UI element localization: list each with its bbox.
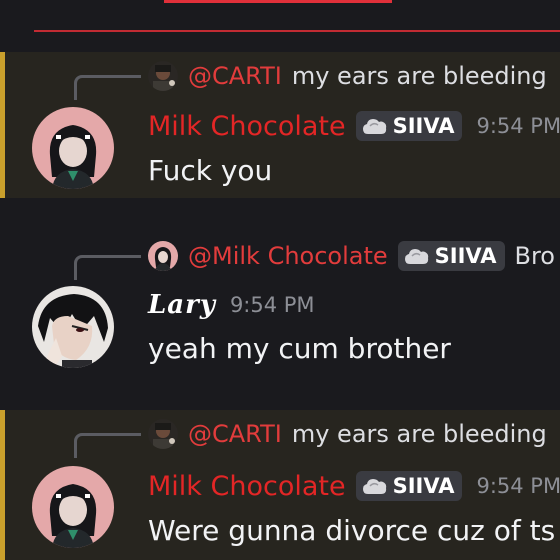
reply-avatar[interactable]	[148, 241, 178, 271]
cloud-icon	[404, 249, 428, 264]
timestamp[interactable]: 9:54 PM	[476, 114, 560, 138]
reply-preview[interactable]: @CARTI my ears are bleeding	[148, 60, 547, 92]
message-header: Milk Chocolate SIIVA 9:54 PM	[148, 108, 560, 144]
timestamp[interactable]: 9:54 PM	[476, 474, 560, 498]
message-header: Lary 9:54 PM	[148, 287, 315, 323]
server-tag-label: SIIVA	[392, 114, 455, 138]
reply-spine	[74, 255, 141, 280]
timestamp[interactable]: 9:54 PM	[230, 293, 315, 317]
avatar[interactable]	[32, 286, 114, 368]
avatar[interactable]	[32, 107, 114, 189]
reply-mention[interactable]: @CARTI	[188, 62, 282, 90]
reply-avatar[interactable]	[148, 61, 178, 91]
avatar[interactable]	[32, 466, 114, 548]
reply-avatar[interactable]	[148, 419, 178, 449]
reply-mention[interactable]: @Milk Chocolate	[188, 242, 388, 270]
new-messages-divider	[34, 30, 560, 32]
reply-text[interactable]: my ears are bleeding	[292, 62, 547, 90]
reply-spine	[74, 433, 141, 458]
cloud-icon	[362, 479, 386, 494]
reply-mention[interactable]: @CARTI	[188, 420, 282, 448]
message-content: yeah my cum brother	[148, 332, 451, 365]
author-name[interactable]: Lary	[148, 290, 216, 320]
server-tag[interactable]: SIIVA	[355, 471, 463, 501]
reply-spine	[74, 75, 141, 100]
server-tag[interactable]: SIIVA	[397, 241, 505, 271]
author-name[interactable]: Milk Chocolate	[148, 111, 346, 142]
server-tag-label: SIIVA	[392, 474, 455, 498]
message-item[interactable]: @CARTI my ears are bleeding Milk Chocola…	[0, 410, 560, 560]
message-content: Were gunna divorce cuz of ts	[148, 514, 556, 547]
message-item[interactable]: @Milk Chocolate SIIVA Bro Lary 9:54 PM y…	[0, 232, 560, 392]
reply-preview[interactable]: @Milk Chocolate SIIVA Bro	[148, 240, 555, 272]
message-header: Milk Chocolate SIIVA 9:54 PM	[148, 468, 560, 504]
author-name[interactable]: Milk Chocolate	[148, 471, 346, 502]
cloud-icon	[362, 119, 386, 134]
mention-highlight-bar	[164, 0, 392, 3]
reply-text[interactable]: my ears are bleeding	[292, 420, 547, 448]
reply-text[interactable]: Bro	[515, 242, 556, 270]
previous-message-strip	[0, 0, 560, 40]
server-tag-label: SIIVA	[434, 244, 497, 268]
reply-preview[interactable]: @CARTI my ears are bleeding	[148, 418, 547, 450]
message-content: Fuck you	[148, 154, 273, 187]
message-item[interactable]: @CARTI my ears are bleeding Milk Chocola…	[0, 52, 560, 198]
server-tag[interactable]: SIIVA	[355, 111, 463, 141]
